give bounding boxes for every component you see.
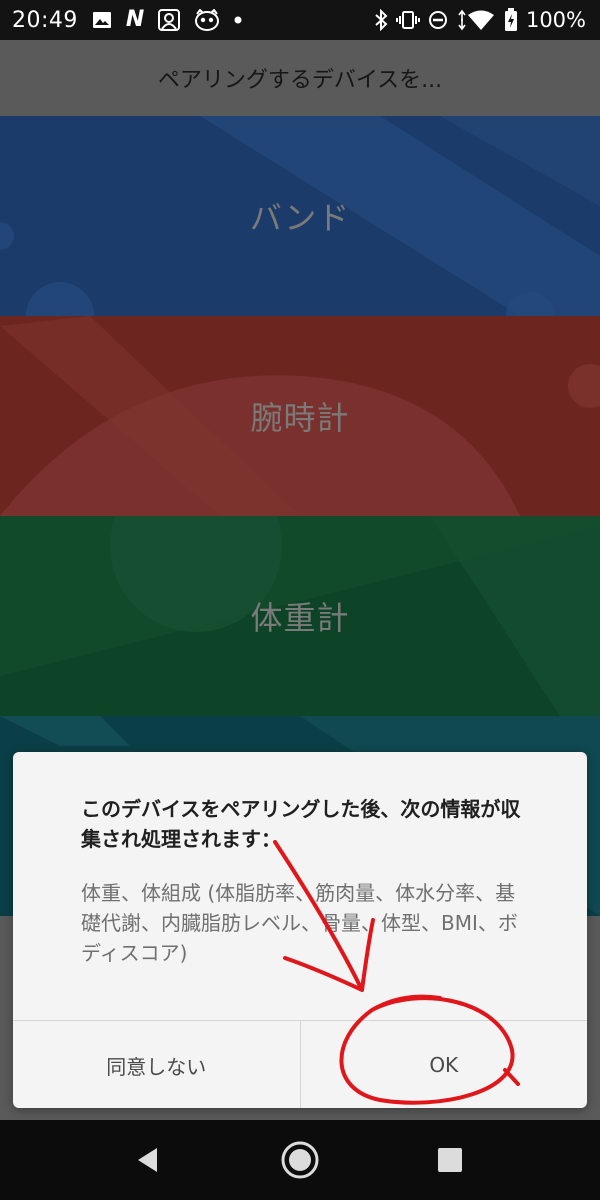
ok-button[interactable]: OK (301, 1021, 588, 1108)
tile-label: 体重計 (250, 599, 350, 637)
navigation-bar (0, 1120, 600, 1200)
status-right: 100% (374, 8, 586, 32)
back-icon (138, 1148, 157, 1172)
status-time: 20:49 (12, 7, 78, 33)
person-app-icon (158, 9, 181, 31)
device-tile-band[interactable]: バンド (0, 116, 600, 316)
n-app-icon: N (125, 7, 145, 32)
tile-label: バンド (249, 199, 351, 237)
dialog-title: このデバイスをペアリングした後、次の情報が収集され処理されます： (81, 797, 521, 851)
wifi-icon (456, 9, 496, 31)
battery-percentage: 100% (525, 8, 586, 32)
vibrate-icon (395, 10, 420, 30)
status-left: 20:49 N (12, 8, 242, 33)
home-icon (281, 1141, 319, 1179)
battery-charging-icon (504, 8, 518, 32)
dot-icon (234, 16, 242, 24)
home-button[interactable] (260, 1120, 340, 1200)
consent-dialog: このデバイスをペアリングした後、次の情報が収集され処理されます： 体重、体組成 … (13, 752, 587, 1108)
device-tile-watch[interactable]: 腕時計 (0, 316, 600, 516)
recents-icon (438, 1148, 462, 1172)
status-bar: 20:49 N 100% (0, 0, 600, 40)
do-not-disturb-icon (428, 10, 448, 30)
recents-button[interactable] (410, 1120, 490, 1200)
image-icon (92, 10, 112, 30)
screen: 20:49 N 100% ペアリングするデバイスを... バンド 腕時計 体重計… (0, 0, 600, 1200)
dialog-actions: 同意しない OK (13, 1020, 587, 1108)
tile-label: 腕時計 (250, 399, 350, 437)
back-button[interactable] (108, 1120, 188, 1200)
page-title: ペアリングするデバイスを... (157, 68, 443, 93)
app-header: ペアリングするデバイスを... (0, 40, 600, 116)
bluetooth-icon (374, 9, 388, 31)
decline-button[interactable]: 同意しない (13, 1021, 301, 1108)
dialog-message: 体重、体組成 (体脂肪率、筋肉量、体水分率、基礎代謝、内臓脂肪レベル、骨量、体型… (81, 881, 518, 965)
raccoon-app-icon (194, 9, 220, 31)
device-tile-scale[interactable]: 体重計 (0, 516, 600, 716)
